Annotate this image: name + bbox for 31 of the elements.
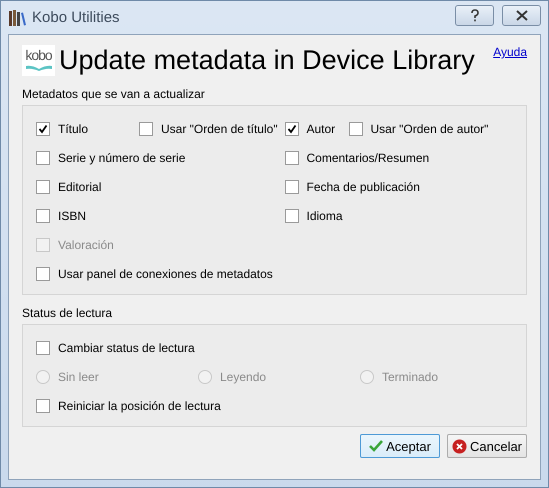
checkbox[interactable]: ISBN [36, 208, 86, 222]
checkbox[interactable]: Idioma [284, 208, 343, 222]
help-button[interactable] [455, 5, 494, 26]
dialog-heading: Update metadata in Device Library [59, 44, 476, 77]
close-icon [452, 438, 467, 454]
window-title: Kobo Utilities [32, 9, 121, 26]
help-icon [470, 9, 480, 22]
checkmark-icon [38, 124, 48, 134]
help-link[interactable]: Ayuda [493, 45, 527, 59]
group-title: Metadatos que se van a actualizar [22, 87, 206, 101]
close-icon [516, 10, 528, 21]
checkbox[interactable]: Comentarios/Resumen [284, 150, 430, 164]
books-icon [8, 8, 26, 26]
checkbox[interactable]: Usar "Orden de autor" [348, 122, 488, 136]
checkbox[interactable]: Fecha de publicación [284, 180, 420, 194]
accept-button[interactable]: Aceptar [360, 434, 440, 458]
logo-text: kobo [25, 46, 52, 65]
checkmark-icon [286, 124, 296, 134]
checkbox[interactable]: Usar "Orden de título" [139, 122, 278, 136]
book-icon [24, 65, 52, 71]
cancel-button[interactable]: Cancelar [447, 434, 527, 458]
checkmark-icon [369, 440, 384, 452]
close-button[interactable] [502, 5, 541, 26]
checkbox[interactable]: Autor [284, 122, 348, 136]
checkbox[interactable]: Título [36, 122, 139, 136]
checkbox[interactable]: Usar panel de conexiones de metadatos [36, 266, 273, 280]
checkbox[interactable]: Serie y número de serie [36, 150, 186, 164]
checkbox[interactable]: Editorial [36, 180, 102, 194]
group-title: Status de lectura [22, 306, 114, 320]
checkbox[interactable]: Cambiar status de lectura [36, 340, 195, 354]
checkbox[interactable]: Reiniciar la posición de lectura [36, 398, 221, 412]
